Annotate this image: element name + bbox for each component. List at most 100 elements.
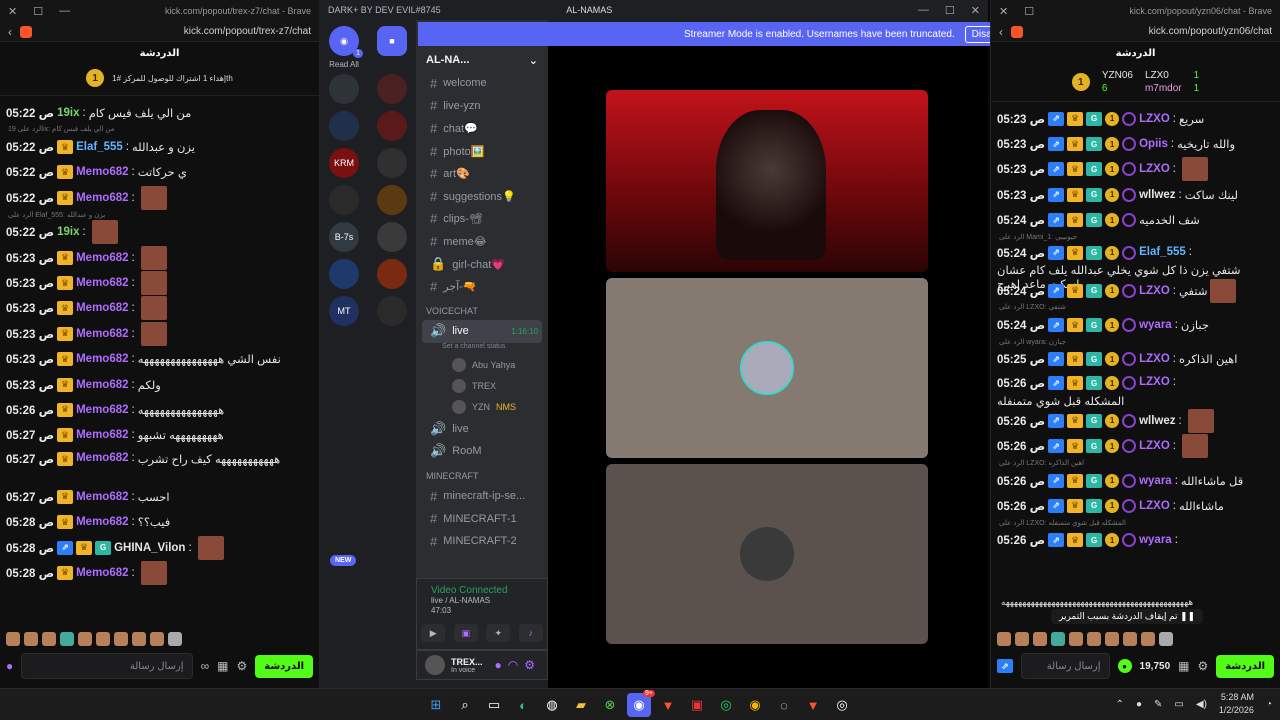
vc-location[interactable]: live / AL-NAMAS bbox=[417, 596, 547, 606]
chat-message[interactable]: 05:25 ص ⇗ ♛ G 1 LZXO: اهين الذاكره bbox=[997, 347, 1274, 372]
server-icon[interactable] bbox=[377, 74, 407, 104]
store-icon[interactable]: ▦ bbox=[217, 659, 228, 673]
mic-icon[interactable]: ● bbox=[1136, 699, 1142, 710]
username[interactable]: Elaf_555 bbox=[76, 141, 123, 153]
brave-icon[interactable]: ▼ bbox=[801, 693, 825, 717]
chrome-icon[interactable]: ◉ bbox=[743, 693, 767, 717]
username[interactable]: wyara bbox=[1139, 475, 1172, 487]
channel-item[interactable]: # minecraft-ip-se... bbox=[416, 485, 548, 508]
right-address-bar[interactable]: ‹ kick.com/popout/yzn06/chat bbox=[991, 22, 1280, 42]
username[interactable]: wyara bbox=[1139, 319, 1172, 331]
channel-item[interactable]: # live-yzn bbox=[416, 95, 548, 118]
emote-icon[interactable] bbox=[1015, 632, 1029, 646]
emote-icon[interactable] bbox=[1159, 632, 1173, 646]
chat-message[interactable]: 05:27 ص ♛ Memo682: احسب bbox=[6, 484, 313, 509]
message-list[interactable]: 05:22 ص 19ix: من الي يلف فيس كام الرد على 1… bbox=[0, 96, 319, 590]
emote-icon[interactable] bbox=[1123, 632, 1137, 646]
server-header[interactable]: AL-NA... ⌄ bbox=[416, 48, 548, 72]
username[interactable]: Memo682 bbox=[76, 379, 128, 391]
emote-icon[interactable] bbox=[1069, 632, 1083, 646]
message-list[interactable]: 05:23 ص ⇗ ♛ G 1 LZXO: سريع 05:23 ص ⇗ ♛ G 1 Opiis: وال… bbox=[991, 102, 1280, 557]
mic-icon[interactable]: ● bbox=[6, 659, 13, 673]
xbox-icon[interactable]: ⊗ bbox=[598, 693, 622, 717]
server-icon[interactable] bbox=[329, 111, 359, 141]
channel-item[interactable]: 🔊 RooM bbox=[416, 440, 548, 463]
search-icon[interactable]: ⌕ bbox=[453, 693, 477, 717]
chat-message[interactable]: 05:23 ص ♛ Memo682: bbox=[6, 245, 313, 270]
start-icon[interactable]: ⊞ bbox=[424, 693, 448, 717]
right-url[interactable]: kick.com/popout/yzn06/chat bbox=[1031, 26, 1272, 37]
video-tile-user[interactable] bbox=[606, 278, 928, 458]
top-gifters[interactable]: 1 YZN06 6 LZX0 m7mdor 11 bbox=[991, 65, 1280, 102]
activity-icon[interactable]: ✦ bbox=[486, 624, 511, 642]
username[interactable]: Memo682 bbox=[76, 277, 128, 289]
emote-quickbar[interactable] bbox=[991, 630, 1280, 648]
video-tile-camera[interactable] bbox=[606, 90, 928, 272]
voice-user[interactable]: Abu Yahya bbox=[416, 355, 548, 376]
video-tile-user[interactable] bbox=[606, 464, 928, 644]
channel-item[interactable]: # MINECRAFT-1 bbox=[416, 507, 548, 530]
steam-icon[interactable]: ◍ bbox=[540, 693, 564, 717]
notification-icon[interactable]: ◔ bbox=[1266, 699, 1272, 710]
server-icon[interactable] bbox=[329, 74, 359, 104]
emote-icon[interactable] bbox=[96, 632, 110, 646]
pen-icon[interactable]: ✎ bbox=[1154, 699, 1162, 710]
server-icon[interactable] bbox=[377, 111, 407, 141]
server-icon[interactable] bbox=[377, 185, 407, 215]
soundboard-icon[interactable]: ♪ bbox=[518, 624, 543, 642]
channel-item[interactable]: # art🎨 bbox=[416, 162, 548, 185]
username[interactable]: wyara bbox=[1139, 534, 1172, 546]
message-input[interactable]: إرسال رسالة bbox=[21, 653, 193, 679]
chat-message[interactable]: 05:28 ص ♛ Memo682: bbox=[6, 560, 313, 585]
chat-message[interactable]: 05:28 ص ⇗ ♛ G GHINA_Vilon: bbox=[6, 535, 313, 560]
brave-icon[interactable]: ▼ bbox=[656, 693, 680, 717]
whatsapp-icon[interactable]: ◎ bbox=[714, 693, 738, 717]
gear-icon[interactable]: ⚙ bbox=[1197, 659, 1208, 673]
server-icon[interactable]: B-7s bbox=[329, 222, 359, 252]
username[interactable]: Memo682 bbox=[76, 491, 128, 503]
chat-message[interactable]: 05:26 ص ⇗ ♛ G 1 LZXO: bbox=[997, 434, 1274, 459]
chat-message[interactable]: 05:23 ص ♛ Memo682: ولكم bbox=[6, 372, 313, 397]
gear-icon[interactable]: ⚙ bbox=[236, 659, 247, 673]
username[interactable]: LZXO bbox=[1139, 353, 1170, 365]
mic-icon[interactable]: ● bbox=[495, 658, 502, 672]
points-balance[interactable]: 19,750 bbox=[1140, 661, 1171, 672]
username[interactable]: Opiis bbox=[1139, 138, 1168, 150]
username[interactable]: LZXO bbox=[1139, 376, 1170, 388]
discord-icon[interactable]: ◉ 9+ bbox=[627, 690, 655, 717]
server-icon[interactable]: ■ bbox=[377, 26, 407, 56]
emote-icon[interactable] bbox=[78, 632, 92, 646]
emote-icon[interactable] bbox=[1033, 632, 1047, 646]
category-header[interactable]: MINECRAFT bbox=[416, 463, 548, 485]
chat-message[interactable]: 05:22 ص ♛ Memo682: ي حركاتت bbox=[6, 160, 313, 185]
chat-message[interactable]: 05:26 ص ⇗ ♛ G 1 wyara: قل ماشاءالله bbox=[997, 468, 1274, 493]
window-controls[interactable]: ✕ ☐ — bbox=[8, 5, 70, 18]
username[interactable]: LZXO bbox=[1139, 440, 1170, 452]
channel-item[interactable]: # welcome bbox=[416, 72, 548, 95]
chat-message[interactable]: 05:23 ص ♛ Memo682: نفس الشي ههههههههههههههه… bbox=[6, 347, 313, 372]
chat-send-button[interactable]: الدردشة bbox=[255, 654, 313, 678]
chat-message[interactable]: 05:23 ص ⇗ ♛ G 1 LZXO: bbox=[997, 157, 1274, 182]
username[interactable]: 19ix bbox=[57, 226, 79, 238]
emote-icon[interactable] bbox=[1141, 632, 1155, 646]
brave-shield-icon[interactable] bbox=[20, 25, 32, 38]
emote-icon[interactable] bbox=[150, 632, 164, 646]
username[interactable]: Memo682 bbox=[76, 166, 128, 178]
voice-user[interactable]: YZN NMS bbox=[416, 397, 548, 418]
username[interactable]: LZXO bbox=[1139, 113, 1170, 125]
username[interactable]: Memo682 bbox=[76, 328, 128, 340]
avatar[interactable] bbox=[425, 655, 445, 675]
chat-send-button[interactable]: الدردشة bbox=[1216, 654, 1274, 678]
back-icon[interactable]: ‹ bbox=[999, 25, 1003, 39]
username[interactable]: 19ix bbox=[57, 107, 79, 119]
left-url[interactable]: kick.com/popout/trex-z7/chat bbox=[40, 26, 311, 37]
task-view-icon[interactable]: ▭ bbox=[482, 693, 506, 717]
chat-message[interactable]: 05:24 ص ⇗ ♛ G 1 Elaf_555: شتفي يزن ذا كل شوي ي… bbox=[997, 242, 1274, 291]
username[interactable]: wllwez bbox=[1139, 415, 1175, 427]
server-icon[interactable] bbox=[377, 148, 407, 178]
server-icon[interactable] bbox=[377, 259, 407, 289]
link-icon[interactable]: ∞ bbox=[201, 659, 210, 673]
emote-icon[interactable] bbox=[24, 632, 38, 646]
window-controls[interactable]: ✕ ☐ bbox=[999, 5, 1034, 18]
reply-preview[interactable]: الرد على 19ix: من الي يلف فيس كام bbox=[6, 125, 313, 134]
